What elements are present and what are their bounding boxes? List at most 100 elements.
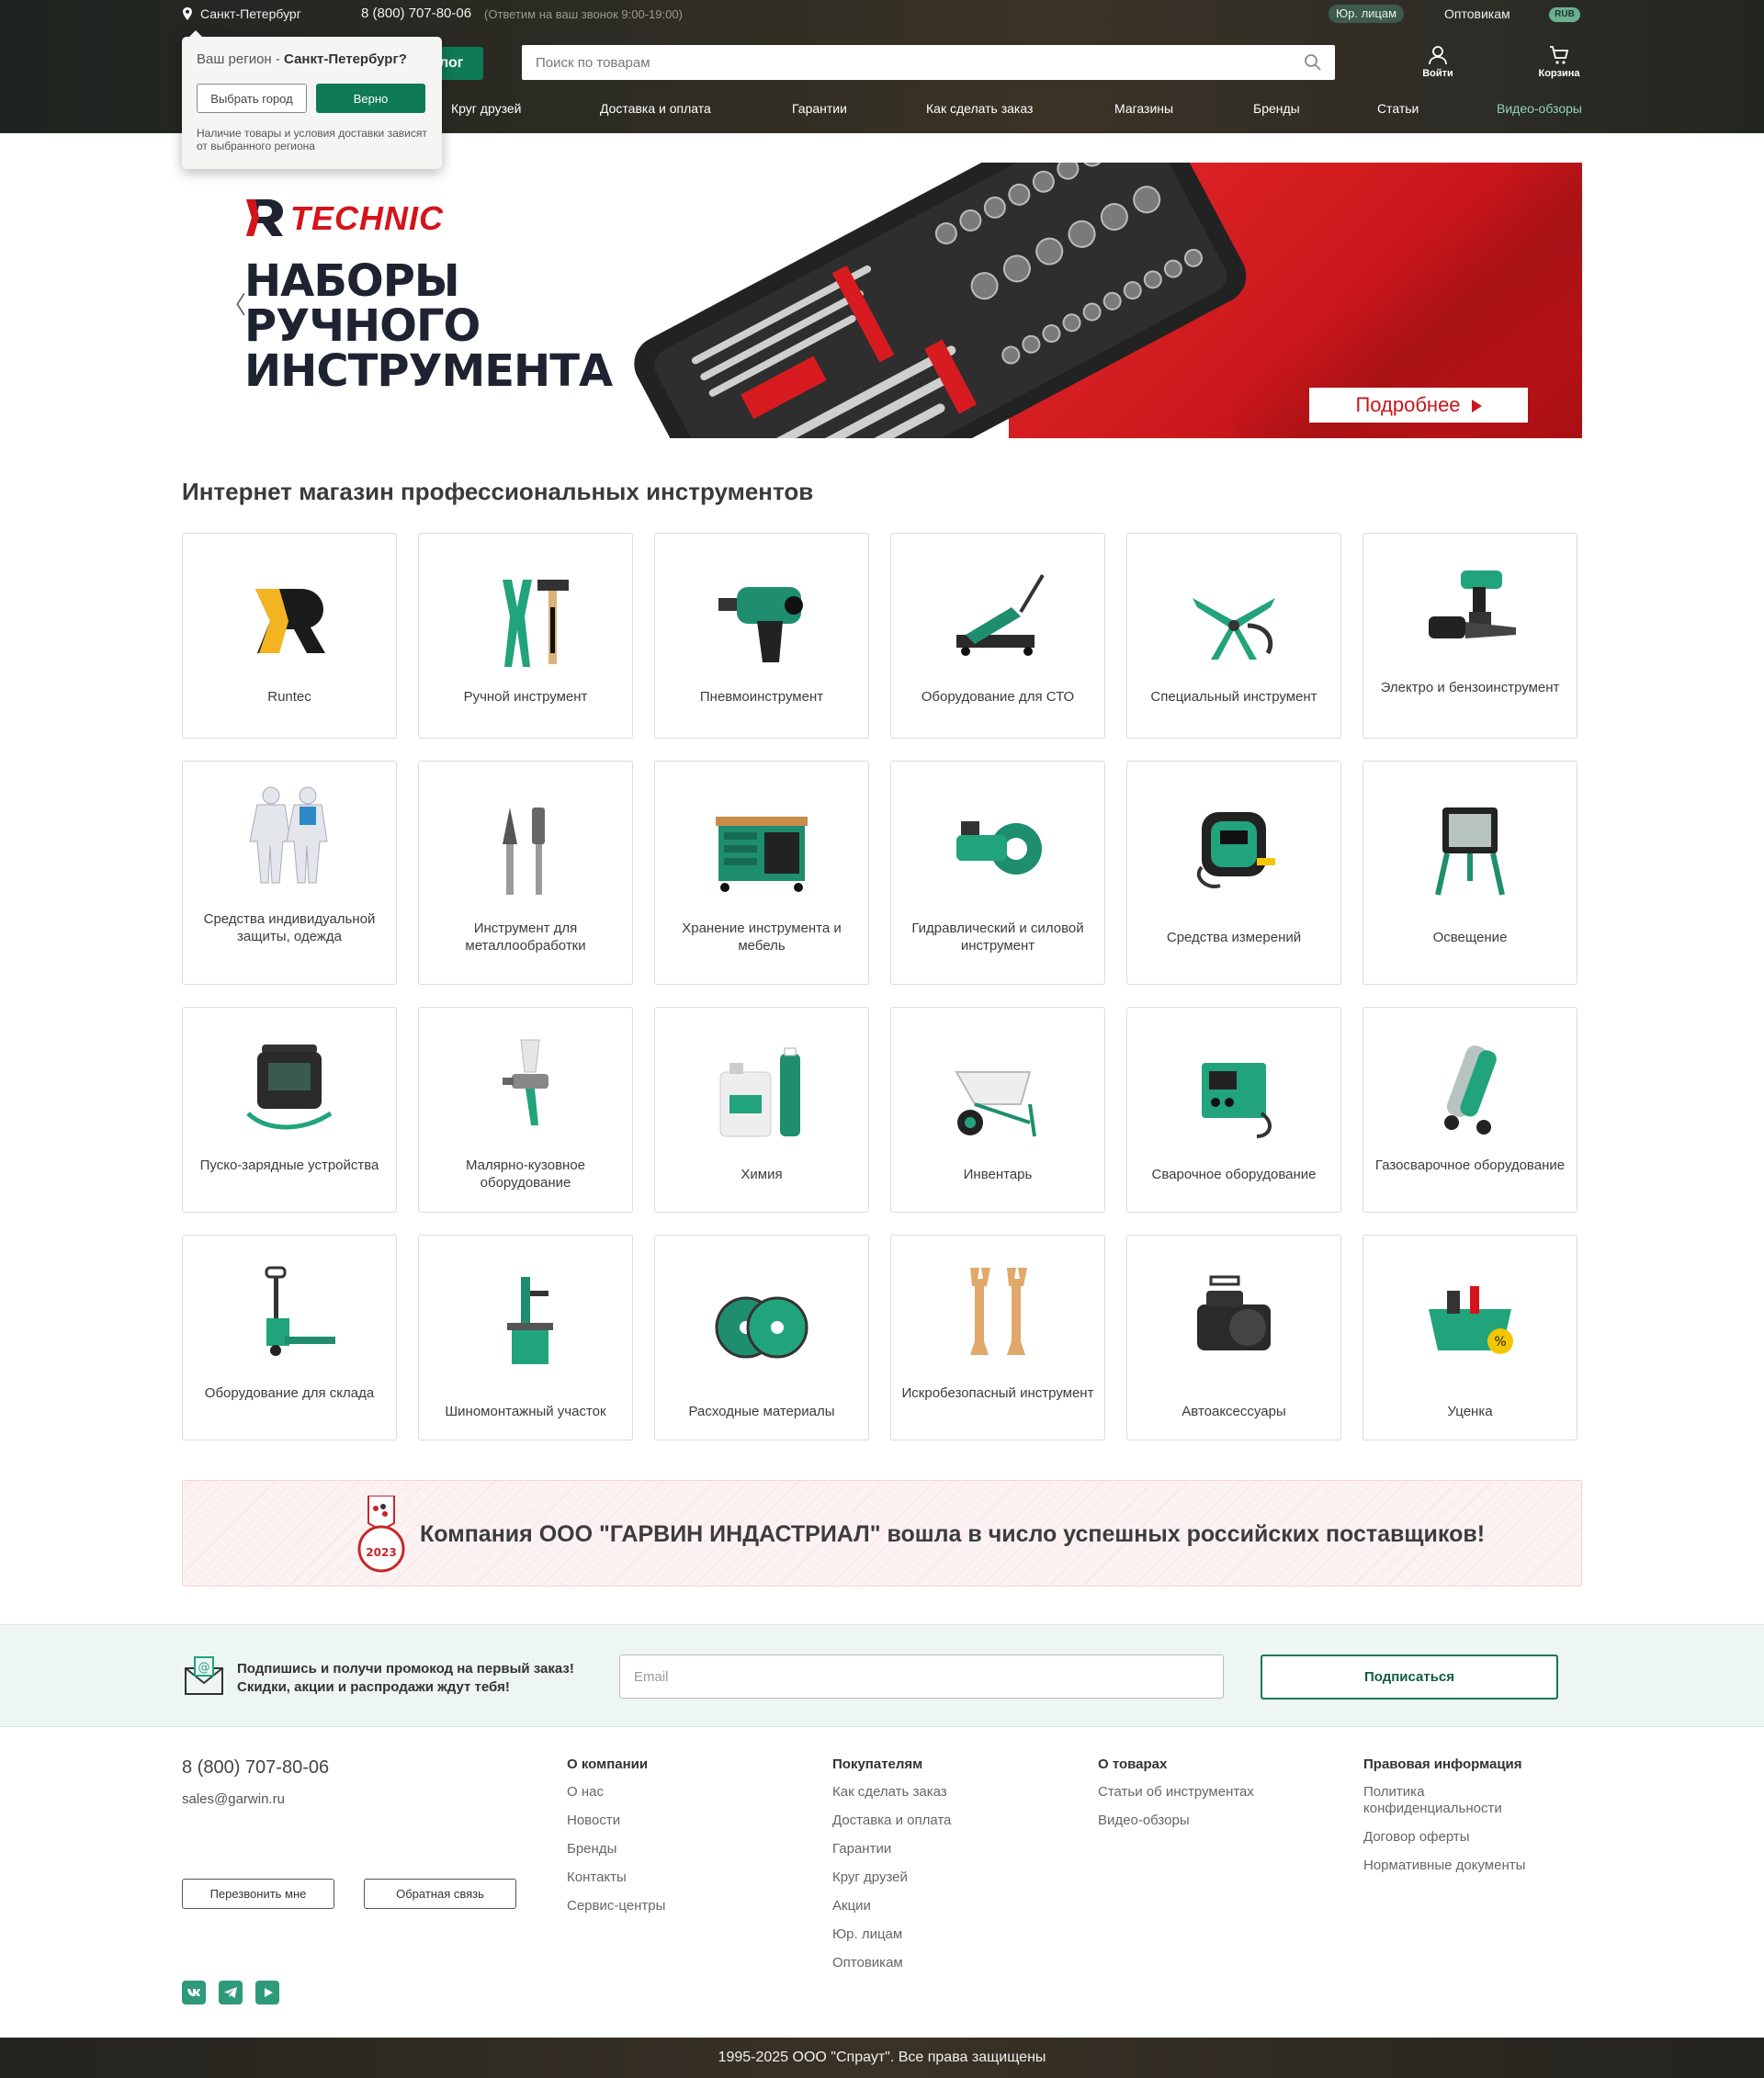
category-label: Сварочное оборудование bbox=[1151, 1167, 1317, 1182]
youtube-button[interactable] bbox=[255, 1981, 279, 2005]
vk-button[interactable] bbox=[182, 1981, 206, 2005]
category-card-power-tools[interactable]: Электро и бензоинструмент bbox=[1363, 533, 1577, 739]
floor-jack-icon bbox=[956, 573, 1045, 656]
footer-link[interactable]: Политика конфиденциальности bbox=[1363, 1784, 1566, 1817]
footer-link[interactable]: Акции bbox=[832, 1898, 951, 1914]
catalog-title: Интернет магазин профессиональных инстру… bbox=[182, 478, 814, 505]
category-label: Хранение инструмента и мебель bbox=[682, 920, 842, 954]
category-card-inventory[interactable]: Инвентарь bbox=[890, 1007, 1105, 1213]
gas-cylinder-cart-icon bbox=[1444, 1045, 1497, 1135]
footer-link[interactable]: Доставка и оплата bbox=[832, 1813, 951, 1829]
svg-text:%: % bbox=[1494, 1335, 1506, 1350]
nav-stores[interactable]: Магазины bbox=[1114, 101, 1173, 116]
footer-link[interactable]: Круг друзей bbox=[832, 1869, 951, 1886]
footer-email[interactable]: sales@garwin.ru bbox=[182, 1791, 285, 1807]
category-card-tire-service[interactable]: Шиномонтажный участок bbox=[418, 1235, 633, 1440]
category-label: Пуско-зарядные устройства bbox=[199, 1158, 379, 1173]
cart-button[interactable]: Корзина bbox=[1532, 44, 1587, 79]
category-card-spark-proof[interactable]: Искробезопасный инструмент bbox=[890, 1235, 1105, 1440]
banner-more-button[interactable]: Подробнее bbox=[1309, 388, 1528, 423]
search-bar bbox=[522, 45, 1335, 80]
category-card-gas-welding[interactable]: Газосварочное оборудование bbox=[1363, 1007, 1577, 1213]
category-card-hydraulic[interactable]: Гидравлический и силовой инструмент bbox=[890, 761, 1105, 985]
telegram-button[interactable] bbox=[219, 1981, 243, 2005]
category-card-special-tools[interactable]: Специальный инструмент bbox=[1126, 533, 1341, 739]
banner-title: НАБОРЫ РУЧНОГО ИНСТРУМЕНТА bbox=[244, 255, 613, 397]
category-card-measuring[interactable]: Средства измерений bbox=[1126, 761, 1341, 985]
city-selector[interactable]: Санкт-Петербург bbox=[200, 6, 301, 21]
category-card-welding[interactable]: Сварочное оборудование bbox=[1126, 1007, 1341, 1213]
category-card-discount[interactable]: % Уценка bbox=[1363, 1235, 1577, 1440]
category-label: Ручной инструмент bbox=[463, 689, 588, 705]
nav-warranty[interactable]: Гарантии bbox=[792, 101, 847, 116]
footer-phone[interactable]: 8 (800) 707-80-06 bbox=[182, 1757, 329, 1779]
confirm-region-button[interactable]: Верно bbox=[316, 84, 425, 113]
currency-badge[interactable]: RUB bbox=[1549, 7, 1580, 22]
category-card-hand-tools[interactable]: Ручной инструмент bbox=[418, 533, 633, 739]
category-card-service-station[interactable]: Оборудование для СТО bbox=[890, 533, 1105, 739]
supplier-announcement[interactable]: 2023 Компания ООО "ГАРВИН ИНДАСТРИАЛ" во… bbox=[182, 1480, 1582, 1587]
category-label: Специальный инструмент bbox=[1150, 689, 1317, 705]
nav-how-to-order[interactable]: Как сделать заказ bbox=[926, 101, 1033, 116]
category-card-chemicals[interactable]: Химия bbox=[654, 1007, 869, 1213]
category-card-pneumatic[interactable]: Пневмоинструмент bbox=[654, 533, 869, 739]
category-card-metalworking[interactable]: Инструмент для металлообработки bbox=[418, 761, 633, 985]
footer-link[interactable]: Статьи об инструментах bbox=[1098, 1784, 1254, 1801]
discount-basket-icon: % bbox=[1429, 1286, 1513, 1354]
choose-city-button[interactable]: Выбрать город bbox=[197, 84, 307, 113]
callback-button[interactable]: Перезвонить мне bbox=[182, 1879, 334, 1909]
category-card-runtec[interactable]: Runtec bbox=[182, 533, 397, 739]
category-card-protective-wear[interactable]: Средства индивидуальной защиты, одежда bbox=[182, 761, 397, 985]
category-card-car-accessories[interactable]: Автоаксессуары bbox=[1126, 1235, 1341, 1440]
footer-column-title: О компании bbox=[567, 1756, 649, 1772]
play-arrow-icon bbox=[1471, 400, 1482, 413]
slider-prev-arrow[interactable]: 〈 bbox=[222, 287, 246, 321]
footer-link[interactable]: Оптовикам bbox=[832, 1955, 951, 1971]
nav-brands[interactable]: Бренды bbox=[1253, 101, 1300, 116]
search-icon[interactable] bbox=[1304, 53, 1322, 72]
footer-link[interactable]: Нормативные документы bbox=[1363, 1858, 1566, 1874]
successful-supplier-badge-icon: 2023 bbox=[357, 1496, 405, 1573]
category-card-storage[interactable]: Хранение инструмента и мебель bbox=[654, 761, 869, 985]
welder-icon bbox=[1202, 1063, 1272, 1138]
legal-entities-link[interactable]: Юр. лицам bbox=[1329, 5, 1405, 23]
footer-link[interactable]: Юр. лицам bbox=[832, 1926, 951, 1943]
subscribe-text: Подпишись и получи промокод на первый за… bbox=[237, 1661, 574, 1695]
nav-articles[interactable]: Статьи bbox=[1377, 101, 1419, 116]
tire-changer-icon bbox=[507, 1277, 553, 1364]
footer-link[interactable]: Видео-обзоры bbox=[1098, 1813, 1254, 1829]
promo-banner[interactable]: TECHNIC НАБОРЫ РУЧНОГО ИНСТРУМЕНТА Подро… bbox=[182, 163, 1582, 438]
cart-icon bbox=[1550, 46, 1569, 64]
footer-link[interactable]: О нас bbox=[567, 1784, 665, 1801]
footer-link[interactable]: Гарантии bbox=[832, 1841, 951, 1858]
feedback-button[interactable]: Обратная связь bbox=[364, 1879, 516, 1909]
pliers-hammer-icon bbox=[503, 580, 569, 667]
wholesale-link[interactable]: Оптовикам bbox=[1444, 6, 1510, 21]
burr-bits-icon bbox=[503, 807, 545, 895]
nav-delivery[interactable]: Доставка и оплата bbox=[600, 101, 711, 116]
category-card-jump-starters[interactable]: Пуско-зарядные устройства bbox=[182, 1007, 397, 1213]
login-button[interactable]: Войти bbox=[1410, 44, 1465, 79]
footer-link[interactable]: Новости bbox=[567, 1813, 665, 1829]
email-field[interactable] bbox=[619, 1654, 1224, 1699]
footer-link[interactable]: Как сделать заказ bbox=[832, 1784, 951, 1801]
footer-link[interactable]: Сервис-центры bbox=[567, 1898, 665, 1914]
nav-friends[interactable]: Круг друзей bbox=[451, 101, 521, 116]
subscribe-button[interactable]: Подписаться bbox=[1261, 1654, 1558, 1700]
badge-year: 2023 bbox=[366, 1546, 396, 1559]
category-label: Газосварочное оборудование bbox=[1374, 1158, 1566, 1173]
category-card-body-paint[interactable]: Малярно-кузовное оборудование bbox=[418, 1007, 633, 1213]
drill-chainsaw-icon bbox=[1429, 570, 1516, 638]
category-card-lighting[interactable]: Освещение bbox=[1363, 761, 1577, 985]
category-card-warehouse[interactable]: Оборудование для склада bbox=[182, 1235, 397, 1440]
category-card-consumables[interactable]: Расходные материалы bbox=[654, 1235, 869, 1440]
nav-video-reviews[interactable]: Видео-обзоры bbox=[1497, 101, 1582, 116]
footer-link[interactable]: Договор оферты bbox=[1363, 1829, 1566, 1846]
footer-link[interactable]: Бренды bbox=[567, 1841, 665, 1858]
search-input[interactable] bbox=[522, 45, 1275, 80]
header-phone[interactable]: 8 (800) 707-80-06 bbox=[361, 6, 471, 21]
footer-link[interactable]: Контакты bbox=[567, 1869, 665, 1886]
jump-starter-icon bbox=[246, 1045, 333, 1130]
banner-brand: TECHNIC bbox=[290, 199, 444, 237]
category-label: Электро и бензоинструмент bbox=[1380, 680, 1560, 695]
